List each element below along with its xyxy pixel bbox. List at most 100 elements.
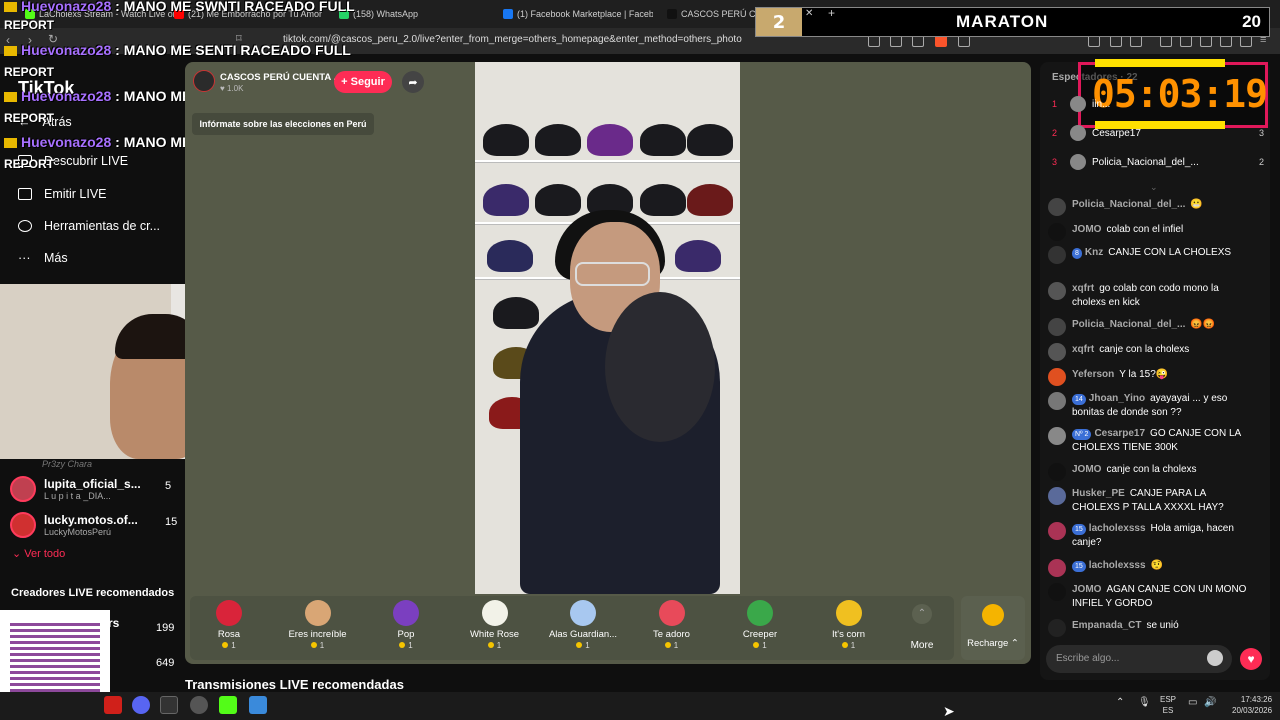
network-icon[interactable]: ▭ — [1188, 697, 1197, 708]
chat-message[interactable]: xqfrt canje con la cholexs — [1048, 343, 1248, 361]
channel-name[interactable]: CASCOS PERÚ CUENTA ... — [220, 72, 341, 83]
chat-username: xqfrt — [1072, 344, 1095, 355]
chat-text: canje con la cholexs — [1099, 344, 1190, 355]
obs-icon[interactable] — [160, 696, 178, 714]
crown-icon — [4, 92, 17, 103]
overlay-chat-line: Huevonazo28 : MANO ME SENTI RACEADO FULL — [4, 42, 351, 58]
tray-chevron-icon[interactable]: ⌃ — [1116, 697, 1124, 708]
volume-icon[interactable]: 🔊 — [1204, 697, 1216, 708]
discord-icon[interactable] — [132, 696, 150, 714]
tab-favicon-icon — [667, 9, 677, 19]
chevron-down-icon[interactable]: ⌄ — [1150, 182, 1158, 193]
gift-item[interactable]: Alas Guardian... 1 — [548, 600, 618, 650]
gift-icon — [835, 600, 862, 626]
url-text[interactable]: tiktok.com/@cascos_peru_2.0/live?enter_f… — [283, 34, 742, 45]
chat-message[interactable]: 14 Jhoan_Yino ayayayai ... y eso bonitas d… — [1048, 392, 1248, 420]
marathon-number: 2 — [756, 8, 802, 36]
gift-item[interactable]: Pop 1 — [371, 600, 441, 650]
chat-username: Policia_Nacional_del_... — [1072, 319, 1186, 330]
helmet-image — [535, 124, 581, 156]
helmet-image — [687, 184, 733, 216]
gift-item[interactable]: Creeper 1 — [725, 600, 795, 650]
taskbar-app-icon[interactable] — [104, 696, 122, 714]
gift-item[interactable]: It's corn 1 — [814, 600, 884, 650]
chat-text: 😬 — [1190, 199, 1203, 210]
shelf — [475, 160, 740, 163]
helmet-image — [493, 297, 539, 329]
top-viewer-row[interactable]: 1 iin... — [1052, 96, 1264, 112]
notepad-icon[interactable] — [249, 696, 267, 714]
camera-icon — [18, 188, 32, 200]
chat-text: 😡😡 — [1190, 319, 1216, 330]
chat-message[interactable]: Policia_Nacional_del_... 😬 — [1048, 198, 1248, 216]
ellipsis-icon: ··· — [18, 251, 31, 265]
chat-message[interactable]: Yeferson Y la 15?😜 — [1048, 368, 1248, 386]
chat-message[interactable]: 15 lacholexsss 🤨 — [1048, 559, 1248, 577]
chat-message[interactable]: Husker_PE CANJE PARA LA CHOLEXS P TALLA X… — [1048, 487, 1248, 515]
chat-message[interactable]: 8 Knz CANJE CON LA CHOLEXS — [1048, 246, 1248, 264]
live-item[interactable]: lupita_oficial_s... L u p i t a _DIA... 5 — [10, 474, 190, 504]
close-tab-icon[interactable]: ✕ — [805, 8, 813, 19]
avatar — [1048, 487, 1066, 505]
chat-message[interactable]: xqfrt go colab con codo mono la cholexs e… — [1048, 282, 1248, 310]
top-viewer-row[interactable]: 2 Cesarpe17 3 — [1052, 125, 1264, 141]
avatar — [1048, 619, 1066, 637]
helmet-image — [535, 184, 581, 216]
kick-icon[interactable] — [219, 696, 237, 714]
gift-item[interactable]: Te adoro 1 — [637, 600, 707, 650]
chat-message[interactable]: 15 lacholexsss Hola amiga, hacen canje? — [1048, 522, 1248, 550]
share-icon[interactable]: ➦ — [402, 71, 424, 93]
emoji-icon[interactable] — [1207, 650, 1223, 666]
election-info-banner[interactable]: Infórmate sobre las elecciones en Perú — [192, 113, 374, 135]
chat-username: xqfrt — [1072, 283, 1095, 294]
follow-button[interactable]: + Seguir — [334, 71, 392, 93]
avatar — [1048, 427, 1066, 445]
channel-avatar[interactable] — [193, 70, 215, 92]
gift-item[interactable]: Rosa 1 — [194, 600, 264, 650]
browser-tab[interactable]: (158) WhatsApp — [339, 4, 489, 24]
gift-item[interactable]: White Rose 1 — [460, 600, 530, 650]
chat-message[interactable]: Empanada_CT se unió — [1048, 619, 1248, 637]
avatar — [1048, 392, 1066, 410]
chat-username: Jhoan_Yino — [1088, 393, 1146, 404]
live-video[interactable] — [475, 62, 740, 594]
chat-input[interactable]: Escribe algo... — [1046, 645, 1232, 673]
partial-live-name: Pr3zy Chara — [42, 459, 93, 469]
report-label: REPORT — [4, 157, 55, 171]
chat-text: CANJE CON LA CHOLEXS — [1108, 247, 1232, 258]
report-label: REPORT — [4, 65, 55, 79]
avatar — [1070, 125, 1086, 141]
gift-item[interactable]: Eres increíble 1 — [283, 600, 353, 650]
crown-icon — [4, 46, 17, 57]
more-gifts-button[interactable]: ⌃ More — [905, 604, 939, 651]
mic-icon[interactable]: 🎙 — [1138, 697, 1151, 708]
nav-herramientas[interactable]: Herramientas de cr... — [18, 219, 160, 233]
level-badge: Nº 2 — [1072, 429, 1092, 440]
nav-emitir-live[interactable]: Emitir LIVE — [18, 187, 107, 201]
overlay-chat-line: Huevonazo28 : MANO ME SWNTI RACEADO FULL — [4, 0, 355, 14]
chat-username: lacholexsss — [1088, 560, 1146, 571]
clock[interactable]: 17:43:26 20/03/2026 — [1232, 694, 1272, 716]
heart-icon[interactable]: ♥ — [1240, 648, 1262, 670]
language-indicator[interactable]: ESP ES — [1160, 694, 1176, 716]
browser-tab[interactable]: (1) Facebook Marketplace | Facebook — [503, 4, 653, 24]
chat-message[interactable]: JOMO canje con la cholexs — [1048, 463, 1248, 481]
chat-username: JOMO — [1072, 464, 1102, 475]
avatar — [1048, 223, 1066, 241]
nav-mas[interactable]: ··· Más — [18, 251, 68, 265]
chat-message[interactable]: Policia_Nacional_del_... 😡😡 — [1048, 318, 1248, 336]
chat-message[interactable]: Nº 2 Cesarpe17 GO CANJE CON LA CHOLEXS TIE… — [1048, 427, 1248, 455]
helmet-image — [587, 124, 633, 156]
avatar — [10, 512, 36, 538]
live-item[interactable]: lucky.motos.of... LuckyMotosPerú 15 — [10, 510, 190, 540]
chat-username: Husker_PE — [1072, 488, 1125, 499]
held-helmet — [605, 292, 715, 442]
taskbar-app-icon[interactable] — [190, 696, 208, 714]
chat-username: JOMO — [1072, 584, 1102, 595]
top-viewer-row[interactable]: 3 Policia_Nacional_del_... 2 — [1052, 154, 1264, 170]
chat-message[interactable]: JOMO colab con el infiel — [1048, 223, 1248, 241]
chat-message[interactable]: JOMO AGAN CANJE CON UN MONO INFIEL Y GORD… — [1048, 583, 1248, 611]
new-tab-icon[interactable]: + — [828, 6, 835, 20]
recharge-button[interactable]: Recharge ⌃ — [961, 596, 1025, 660]
see-all-link[interactable]: ⌄ Ver todo — [12, 547, 65, 560]
